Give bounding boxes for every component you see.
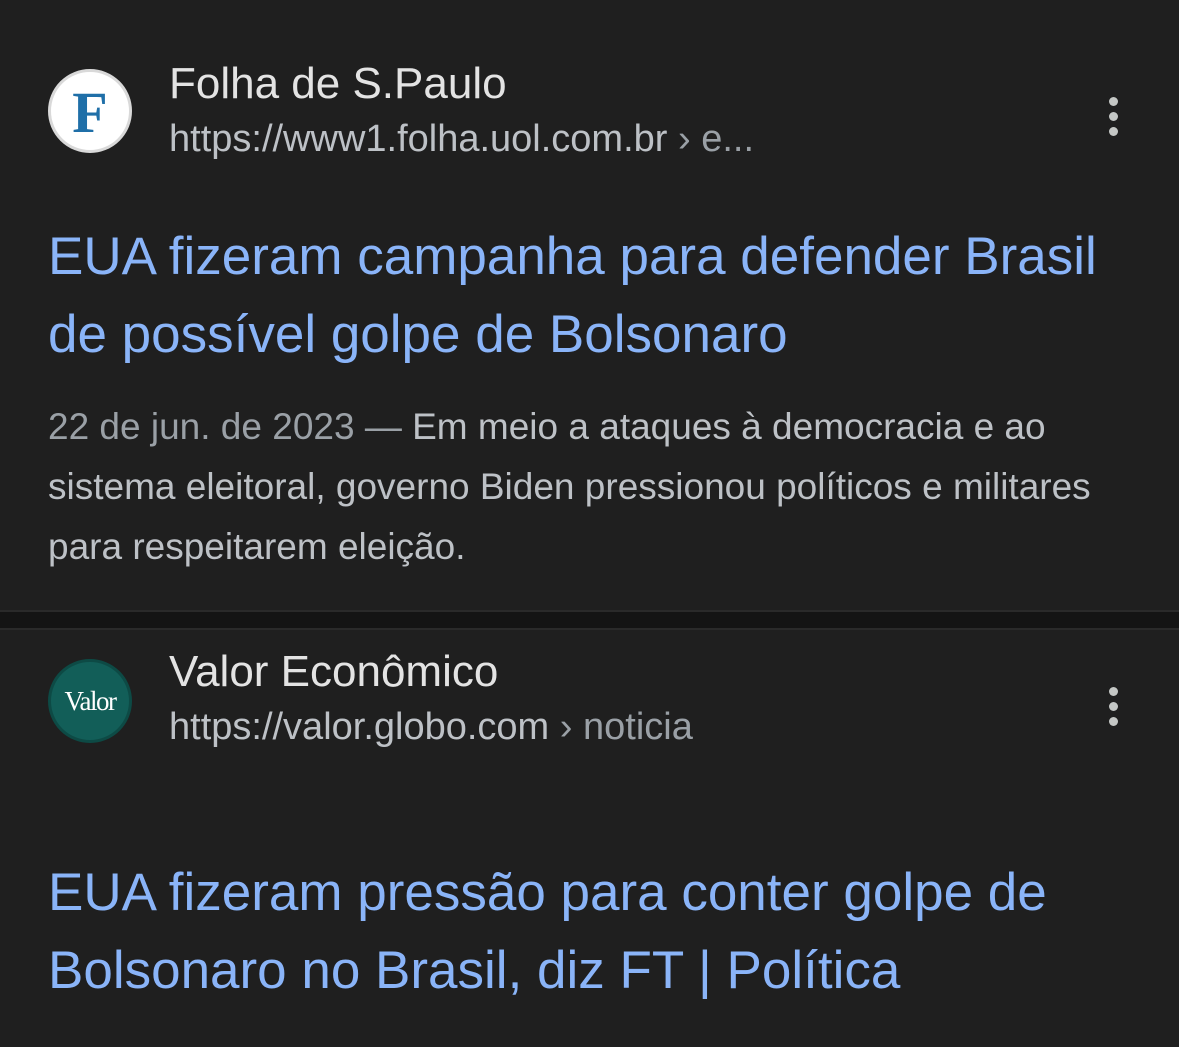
more-vert-icon-dot (1108, 126, 1118, 136)
more-vert-icon (1108, 96, 1118, 106)
site-name[interactable]: Valor Econômico (169, 650, 498, 694)
folha-favicon-icon[interactable]: F (48, 69, 132, 153)
more-vert-icon (1108, 686, 1118, 696)
url-domain: https://valor.globo.com (169, 706, 550, 748)
more-vert-icon-dot (1108, 701, 1118, 711)
valor-favicon-icon[interactable]: Valor (48, 659, 132, 743)
more-options-button[interactable] (1096, 86, 1130, 146)
search-result-folha: F Folha de S.Paulo https://www1.folha.uo… (0, 0, 1179, 610)
url-breadcrumb: › e... (678, 118, 755, 160)
site-name[interactable]: Folha de S.Paulo (169, 62, 507, 106)
result-date: 22 de jun. de 2023 — (48, 406, 402, 447)
result-divider (0, 610, 1179, 630)
site-url[interactable]: https://valor.globo.com › noticia (169, 708, 693, 746)
url-breadcrumb: › noticia (559, 706, 693, 748)
result-title-link[interactable]: EUA fizeram campanha para defender Brasi… (48, 218, 1148, 374)
url-domain: https://www1.folha.uol.com.br (169, 118, 668, 160)
more-vert-icon-dot (1108, 111, 1118, 121)
valor-logo-text: Valor (64, 685, 117, 716)
more-options-button[interactable] (1096, 676, 1130, 736)
result-title-link[interactable]: EUA fizeram pressão para conter golpe de… (48, 854, 1148, 1010)
folha-logo-letter: F (72, 80, 108, 145)
more-vert-icon-dot (1108, 716, 1118, 726)
search-result-valor: Valor Valor Econômico https://valor.glob… (0, 630, 1179, 1047)
site-url[interactable]: https://www1.folha.uol.com.br › e... (169, 120, 754, 158)
result-snippet: 22 de jun. de 2023 — Em meio a ataques à… (48, 397, 1138, 577)
